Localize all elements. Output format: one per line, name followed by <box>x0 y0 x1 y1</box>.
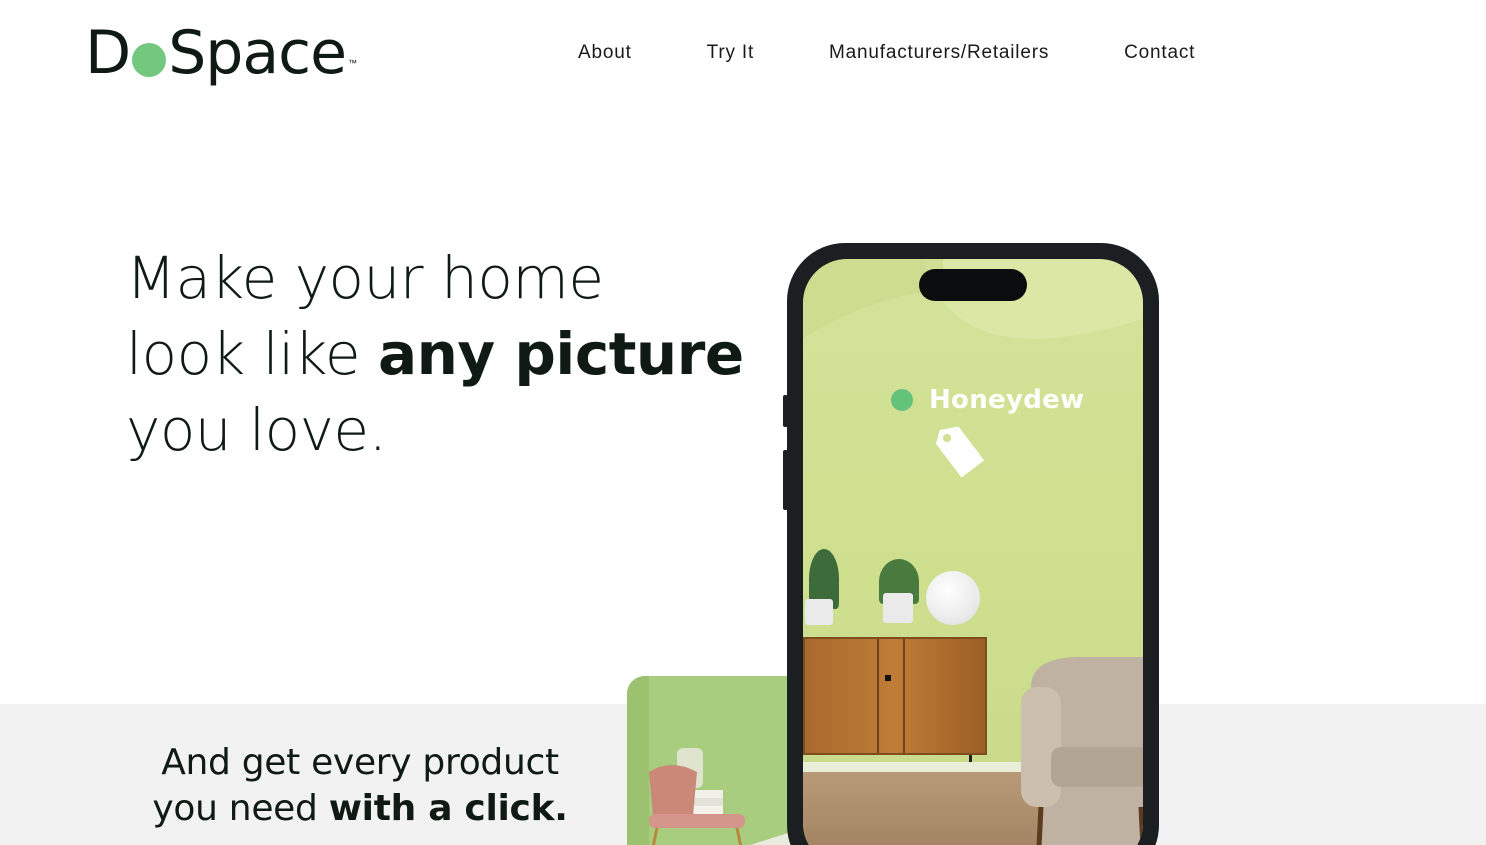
nav-link-try-it[interactable]: Try It <box>707 40 754 66</box>
hero-headline: Make your home look like any picture you… <box>126 240 746 468</box>
hero-line-1: Make your home <box>126 244 604 312</box>
subhead-line-1: And get every product <box>161 742 559 783</box>
plant-pot <box>805 599 833 625</box>
hero-line-2-bold: any picture <box>377 320 744 388</box>
nav-link-about[interactable]: About <box>578 40 632 66</box>
phone-mockup: Honeydew <box>787 243 1159 845</box>
logo-trademark: ™ <box>348 58 357 68</box>
product-subheadline: And get every product you need with a cl… <box>130 740 590 832</box>
logo-dot-icon <box>132 43 167 77</box>
hero-line-2-regular: look like <box>126 320 378 388</box>
dynamic-island <box>919 269 1027 301</box>
logo-suffix: Space <box>168 18 347 88</box>
nav-link-manufacturers-retailers[interactable]: Manufacturers/Retailers <box>829 40 1049 66</box>
wooden-sideboard <box>803 637 987 755</box>
logo[interactable]: D Space ™ <box>85 18 357 88</box>
color-name: Honeydew <box>929 385 1085 415</box>
phone-side-button <box>783 450 788 510</box>
color-dot-icon <box>891 389 913 411</box>
logo-wordmark: D Space ™ <box>85 18 357 88</box>
phone-screen: Honeydew <box>803 259 1143 845</box>
hero-line-3: you love. <box>126 396 387 464</box>
subhead-line-2-regular: you need <box>152 788 329 829</box>
color-tag[interactable]: Honeydew <box>891 385 1084 415</box>
phone-side-button <box>783 395 788 427</box>
armchair <box>1021 657 1143 845</box>
main-nav: About Try It Manufacturers/Retailers Con… <box>578 40 1195 66</box>
plant-pot <box>883 593 913 623</box>
globe-lamp <box>926 571 980 625</box>
logo-prefix: D <box>85 18 131 88</box>
nav-link-contact[interactable]: Contact <box>1124 40 1195 66</box>
price-tag-icon[interactable] <box>931 423 989 481</box>
subhead-line-2-bold: with a click. <box>328 788 568 829</box>
